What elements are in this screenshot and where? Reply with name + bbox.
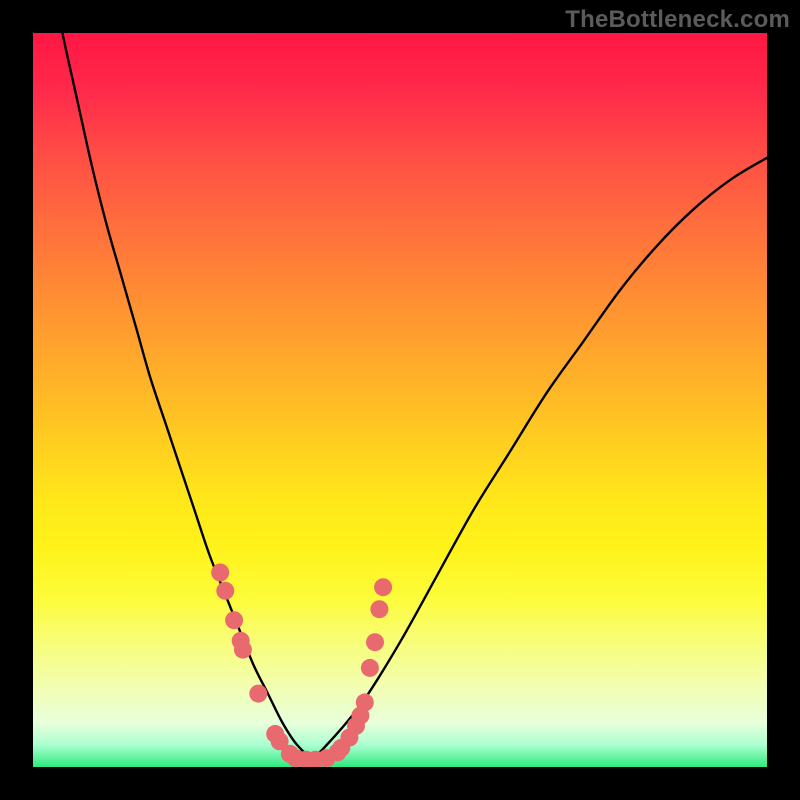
bottleneck-curve-svg [33,33,767,767]
marker-dots-group [211,564,392,768]
marker-dot [356,693,374,711]
marker-dot [234,641,252,659]
curve-path-group [48,33,767,756]
chart-frame: TheBottleneck.com [0,0,800,800]
marker-dot [249,685,267,703]
marker-dot [216,582,234,600]
marker-dot [374,578,392,596]
bottleneck-curve [48,33,767,756]
marker-dot [225,611,243,629]
marker-dot [370,600,388,618]
watermark-text: TheBottleneck.com [565,6,790,34]
marker-dot [366,633,384,651]
plot-area [33,33,767,767]
marker-dot [211,564,229,582]
marker-dot [361,659,379,677]
